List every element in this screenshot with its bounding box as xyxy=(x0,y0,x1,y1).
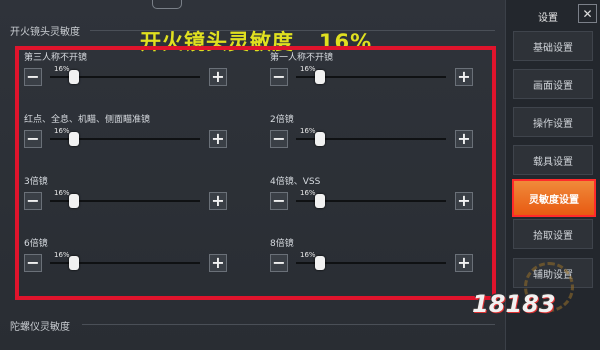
sidebar-item[interactable]: 灵敏度设置 xyxy=(512,179,596,217)
increase-button[interactable]: + xyxy=(455,254,473,272)
slider-handle[interactable] xyxy=(315,132,325,146)
row-label: 红点、全息、机瞄、侧面瞄准镜 xyxy=(24,115,151,125)
watermark-logo: 18183 xyxy=(472,290,556,318)
increase-button[interactable]: + xyxy=(209,192,227,210)
section-divider-bottom xyxy=(82,324,495,325)
sidebar-item[interactable]: 画面设置 xyxy=(513,69,593,99)
decrease-button[interactable]: − xyxy=(270,130,288,148)
sensitivity-row: 8倍镜 − 16% + xyxy=(270,236,510,276)
plus-icon: + xyxy=(211,253,225,272)
decrease-button[interactable]: − xyxy=(24,68,42,86)
increase-button[interactable]: + xyxy=(455,68,473,86)
value-label: 16% xyxy=(300,189,316,197)
increase-button[interactable]: + xyxy=(209,254,227,272)
plus-icon: + xyxy=(211,67,225,86)
section-title-gyroscope: 陀螺仪灵敏度 xyxy=(10,322,70,333)
decrease-button[interactable]: − xyxy=(24,130,42,148)
sidebar-item[interactable]: 基础设置 xyxy=(513,31,593,61)
increase-button[interactable]: + xyxy=(455,192,473,210)
value-label: 16% xyxy=(54,251,70,259)
decrease-button[interactable]: − xyxy=(24,192,42,210)
slider-handle[interactable] xyxy=(69,194,79,208)
minus-icon: − xyxy=(26,67,40,86)
sidebar-item[interactable]: 载具设置 xyxy=(513,145,593,175)
sensitivity-row: 6倍镜 − 16% + xyxy=(24,236,264,276)
minus-icon: − xyxy=(272,191,286,210)
decrease-button[interactable]: − xyxy=(270,192,288,210)
sensitivity-row: 4倍镜、VSS − 16% + xyxy=(270,174,510,214)
slider-handle[interactable] xyxy=(315,194,325,208)
section-title-fire-scope: 开火镜头灵敏度 xyxy=(10,27,80,38)
row-label: 3倍镜 xyxy=(24,177,48,187)
value-label: 16% xyxy=(54,189,70,197)
increase-button[interactable]: + xyxy=(455,130,473,148)
row-label: 2倍镜 xyxy=(270,115,294,125)
plus-icon: + xyxy=(457,129,471,148)
sensitivity-row: 3倍镜 − 16% + xyxy=(24,174,264,214)
row-label: 6倍镜 xyxy=(24,239,48,249)
sensitivity-row: 2倍镜 − 16% + xyxy=(270,112,510,152)
slider-handle[interactable] xyxy=(69,132,79,146)
value-label: 16% xyxy=(300,65,316,73)
slider-handle[interactable] xyxy=(315,70,325,84)
minus-icon: − xyxy=(272,253,286,272)
increase-button[interactable]: + xyxy=(209,68,227,86)
plus-icon: + xyxy=(457,191,471,210)
panel-tab-handle[interactable] xyxy=(152,0,182,9)
value-label: 16% xyxy=(54,65,70,73)
sensitivity-row: 第三人称不开镜 − 16% + xyxy=(24,50,264,90)
value-label: 16% xyxy=(300,127,316,135)
row-label: 8倍镜 xyxy=(270,239,294,249)
value-label: 16% xyxy=(54,127,70,135)
plus-icon: + xyxy=(211,191,225,210)
slider-handle[interactable] xyxy=(315,256,325,270)
decrease-button[interactable]: − xyxy=(24,254,42,272)
plus-icon: + xyxy=(211,129,225,148)
row-label: 第一人称不开镜 xyxy=(270,53,334,63)
close-button[interactable]: ✕ xyxy=(578,4,597,23)
sidebar-item[interactable]: 操作设置 xyxy=(513,107,593,137)
slider-handle[interactable] xyxy=(69,256,79,270)
sidebar-title: 设置 xyxy=(538,13,558,24)
increase-button[interactable]: + xyxy=(209,130,227,148)
minus-icon: − xyxy=(26,191,40,210)
close-icon: ✕ xyxy=(582,6,593,21)
slider-handle[interactable] xyxy=(69,70,79,84)
minus-icon: − xyxy=(26,253,40,272)
plus-icon: + xyxy=(457,67,471,86)
minus-icon: − xyxy=(272,67,286,86)
sensitivity-row: 第一人称不开镜 − 16% + xyxy=(270,50,510,90)
decrease-button[interactable]: − xyxy=(270,254,288,272)
row-label: 第三人称不开镜 xyxy=(24,53,88,63)
sidebar-item[interactable]: 拾取设置 xyxy=(513,219,593,249)
decrease-button[interactable]: − xyxy=(270,68,288,86)
minus-icon: − xyxy=(26,129,40,148)
settings-main-panel: 开火镜头灵敏度 开火镜头灵敏度 16% 第三人称不开镜 −16% + 第一人称不开镜 −… xyxy=(0,0,505,350)
value-label: 16% xyxy=(300,251,316,259)
minus-icon: − xyxy=(272,129,286,148)
sensitivity-row: 红点、全息、机瞄、侧面瞄准镜 − 16% + xyxy=(24,112,264,152)
row-label: 4倍镜、VSS xyxy=(270,177,321,187)
plus-icon: + xyxy=(457,253,471,272)
